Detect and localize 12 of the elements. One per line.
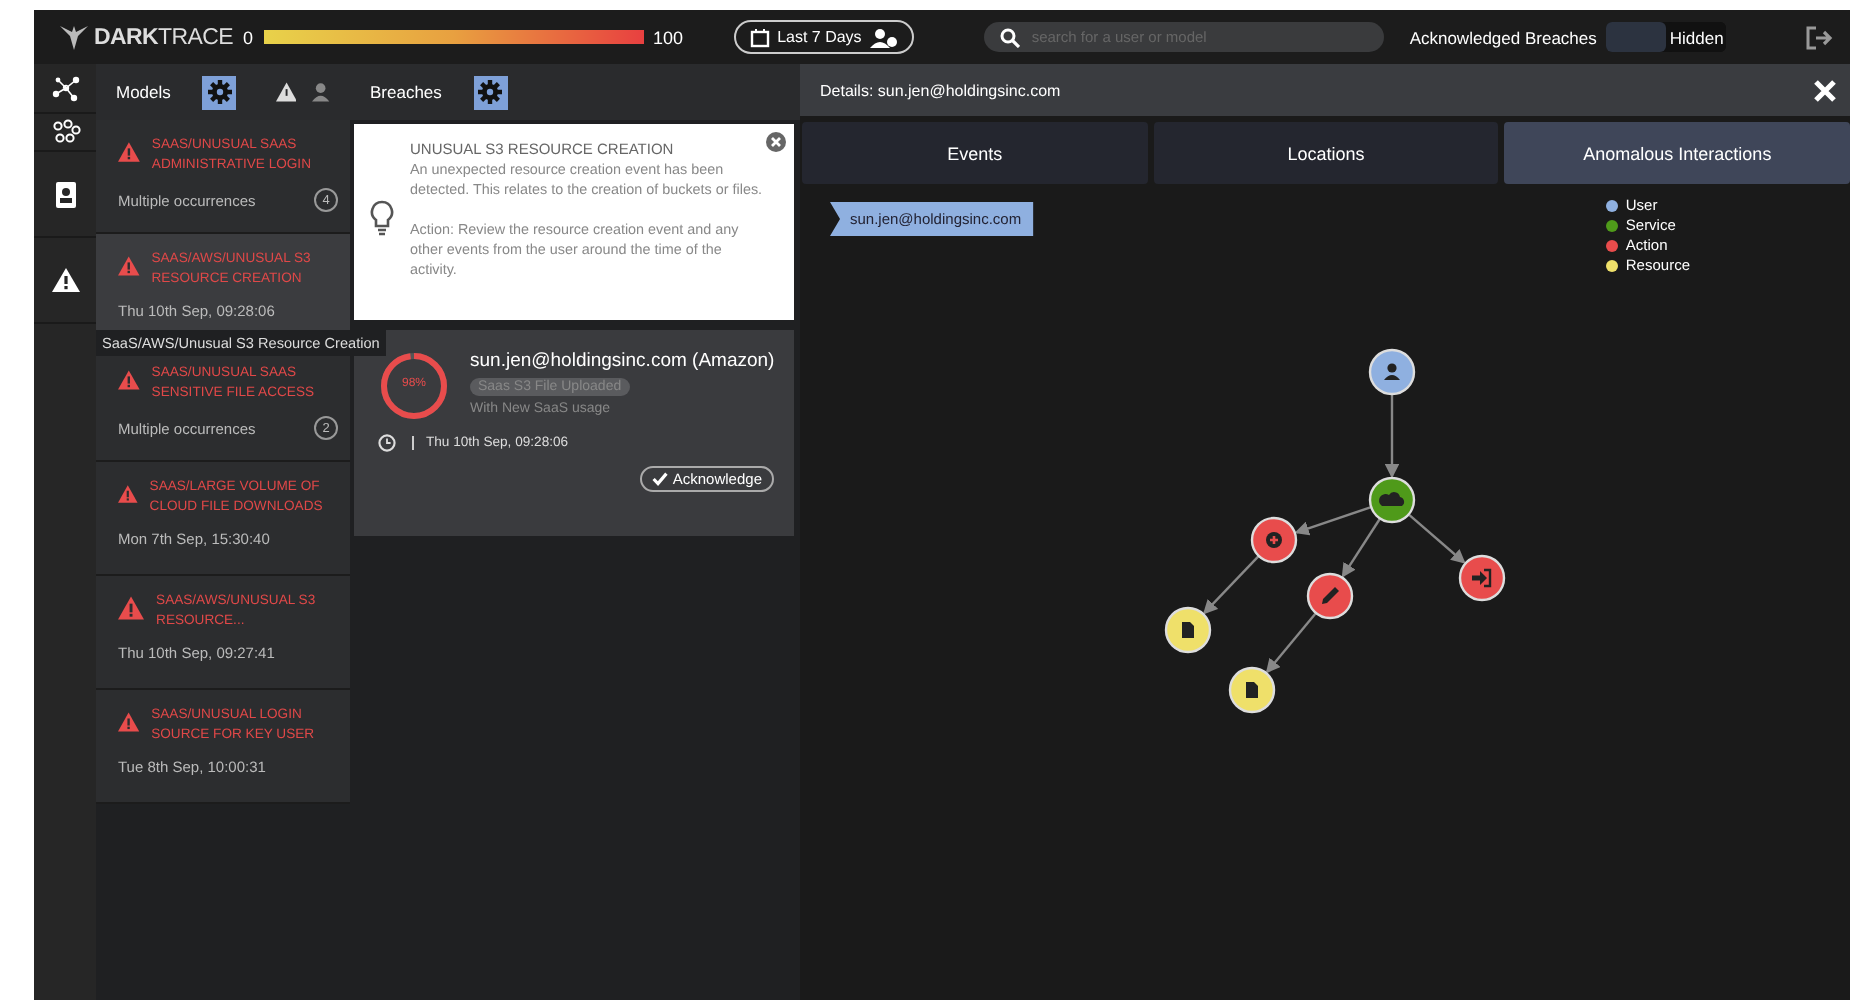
tab[interactable]: Events	[802, 122, 1148, 184]
tab[interactable]: Anomalous Interactions	[1504, 122, 1851, 184]
breach-user: sun.jen@holdingsinc.com (Amazon)	[470, 350, 775, 372]
scale-min: 0	[243, 27, 254, 47]
breaches-title: Breaches	[370, 82, 442, 102]
logo-text: DARKTRACE	[94, 25, 234, 49]
models-title: Models	[116, 82, 171, 102]
tab[interactable]: Locations	[1153, 122, 1499, 184]
acknowledged-label: Acknowledged Breaches	[1409, 27, 1597, 47]
scale-max: 100	[653, 27, 684, 47]
date-range-button[interactable]: Last 7 Days	[733, 20, 914, 54]
details-title: Details: sun.jen@holdingsinc.com	[820, 81, 1061, 99]
